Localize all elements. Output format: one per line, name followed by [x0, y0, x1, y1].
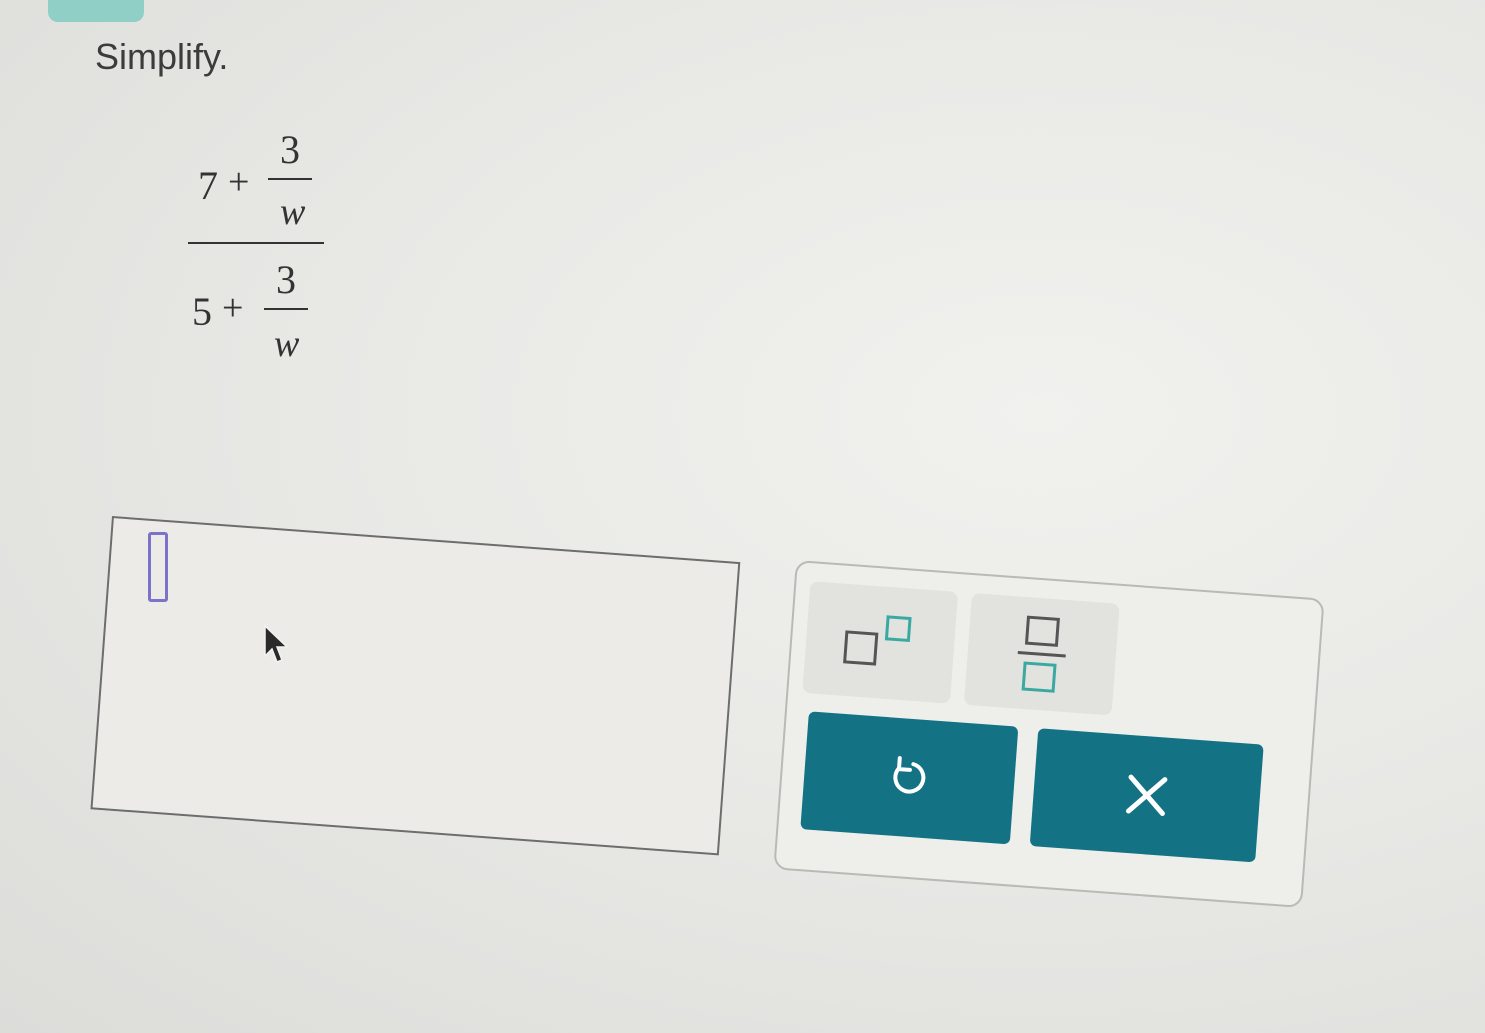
- close-icon: [1126, 774, 1168, 817]
- denominator-operator: +: [222, 287, 244, 329]
- answer-input[interactable]: [90, 516, 741, 856]
- top-tab[interactable]: [48, 0, 144, 22]
- fraction-button[interactable]: [963, 592, 1120, 716]
- input-cursor-placeholder: [148, 532, 168, 602]
- numerator-fraction-denominator: w: [280, 191, 306, 233]
- denominator-fraction-bar: [264, 308, 308, 310]
- numerator-fraction-numerator: 3: [280, 127, 300, 172]
- undo-icon: [893, 756, 926, 794]
- math-keypad: [773, 560, 1325, 908]
- main-fraction-bar: [188, 242, 324, 244]
- exponent-button[interactable]: [802, 581, 959, 704]
- numerator-whole: 7: [198, 163, 218, 208]
- denominator-whole: 5: [192, 289, 212, 334]
- complex-fraction-expression: 7 + 3 w 5 + 3 w: [180, 120, 340, 370]
- mouse-pointer-icon: [264, 624, 289, 663]
- fraction-icon: [1017, 615, 1066, 693]
- clear-button[interactable]: [1029, 728, 1264, 863]
- undo-button[interactable]: [800, 711, 1019, 845]
- denominator-fraction-denominator: w: [274, 323, 300, 365]
- numerator-fraction-bar: [268, 178, 312, 180]
- numerator-operator: +: [228, 161, 250, 203]
- exponent-icon: [843, 615, 912, 666]
- question-prompt: Simplify.: [95, 36, 229, 77]
- denominator-fraction-numerator: 3: [276, 257, 296, 302]
